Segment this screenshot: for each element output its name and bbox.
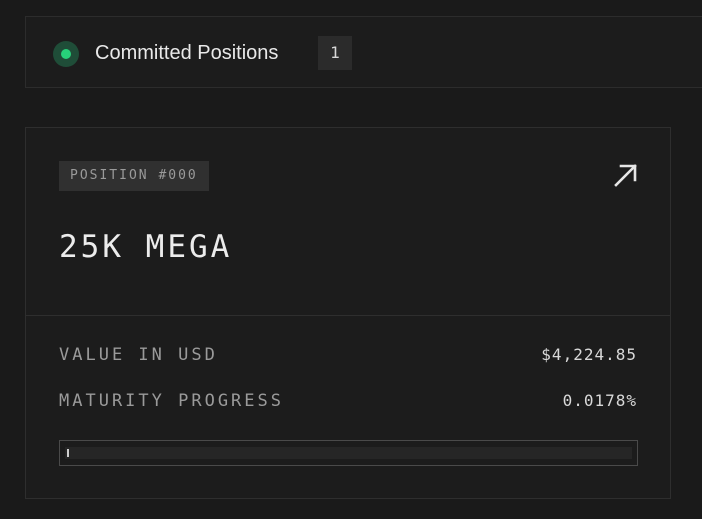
position-card-header: POSITION #000 25K MEGA xyxy=(26,128,670,316)
status-indicator-icon xyxy=(53,41,79,67)
progress-fill xyxy=(67,449,69,457)
value-usd-value: $4,224.85 xyxy=(541,345,637,364)
progress-track xyxy=(65,447,632,459)
value-usd-label: VALUE IN USD xyxy=(59,345,218,365)
arrow-up-right-icon xyxy=(614,164,637,187)
committed-positions-header: Committed Positions 1 xyxy=(25,16,702,88)
maturity-progress-value: 0.0178% xyxy=(562,391,637,410)
position-id-tag: POSITION #000 xyxy=(59,161,209,191)
position-name: 25K MEGA xyxy=(59,229,233,265)
open-position-button[interactable] xyxy=(612,161,640,189)
maturity-progress-label: MATURITY PROGRESS xyxy=(59,391,284,411)
maturity-progress-bar xyxy=(59,440,638,466)
position-card[interactable]: POSITION #000 25K MEGA VALUE IN USD $4,2… xyxy=(25,127,671,499)
page: Committed Positions 1 POSITION #000 25K … xyxy=(0,0,702,519)
section-title: Committed Positions xyxy=(95,42,279,64)
position-count-badge: 1 xyxy=(318,36,352,70)
